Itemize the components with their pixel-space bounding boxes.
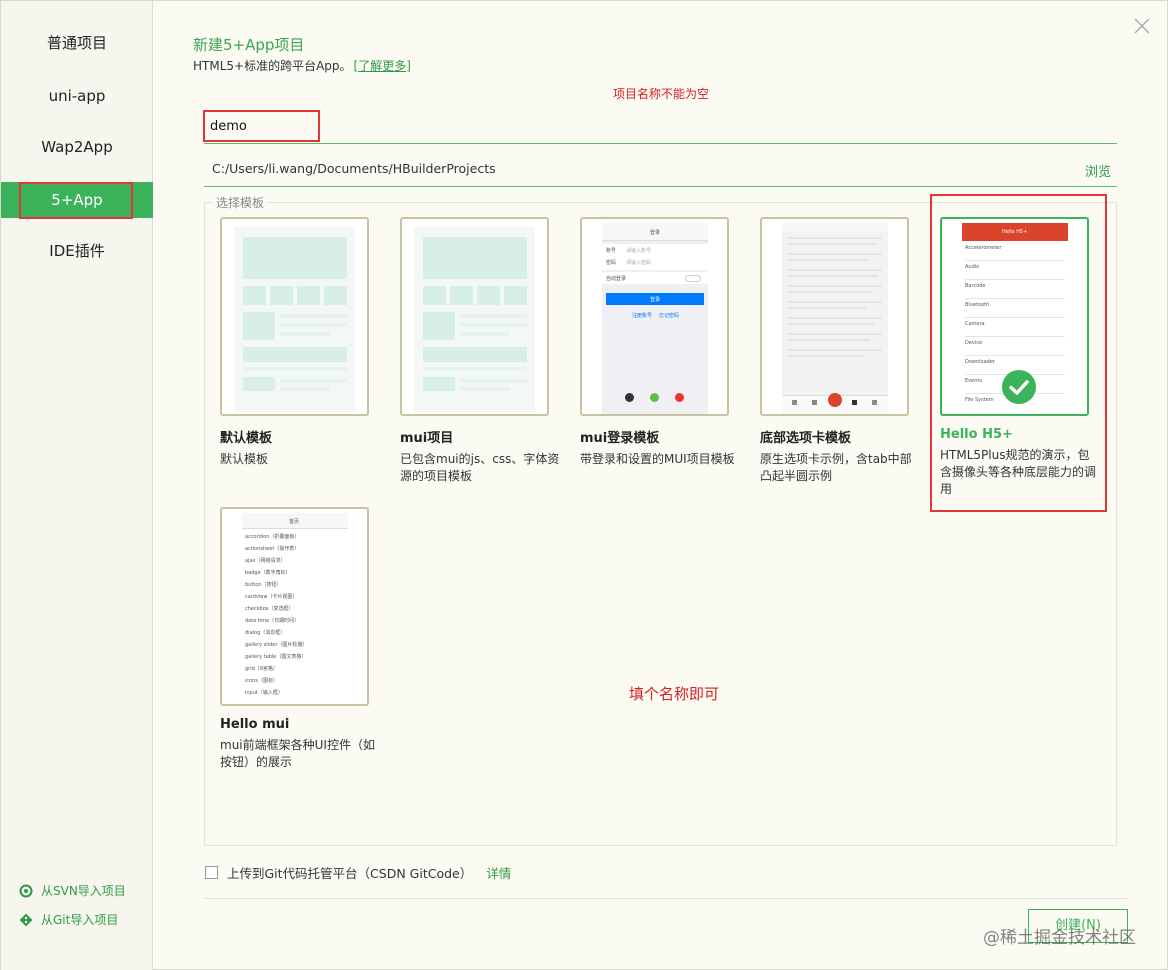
preview-register-link: 注册账号 (632, 313, 653, 319)
subtitle-text: HTML5+标准的跨平台App。 (193, 59, 352, 73)
template-legend: 选择模板 (213, 194, 268, 211)
template-desc: HTML5Plus规范的演示，包含摄像头等各种底层能力的调用 (940, 448, 1097, 496)
template-thumbnail (760, 217, 909, 416)
template-card-hello-h5plus[interactable]: Hello H5+ Accelerometer Audio Barcode Bl… (940, 217, 1100, 498)
template-desc: 已包含mui的js、css、字体资源的项目模板 (400, 452, 560, 483)
template-card-mui-project[interactable]: mui项目 已包含mui的js、css、字体资源的项目模板 (400, 217, 560, 485)
preview-title: Hello H5+ (1002, 229, 1028, 235)
preview-row: ajax（网络请求） (245, 558, 286, 564)
new-project-dialog: 普通项目 uni-app Wap2App 5+App IDE插件 从SVN导入项… (0, 0, 1168, 970)
preview-login-button: 登录 (650, 297, 661, 303)
validation-error: 项目名称不能为空 (613, 87, 710, 101)
path-underline (204, 186, 1117, 187)
preview-row: Events (965, 378, 982, 384)
name-underline (204, 143, 1117, 144)
sidebar-item-ide-plugin[interactable]: IDE插件 (1, 233, 153, 269)
preview-row: cardview（卡片视图） (245, 594, 298, 600)
template-desc: mui前端框架各种UI控件（如按钮）的展示 (220, 738, 375, 769)
preview-row: badge（数字角标） (245, 570, 291, 576)
preview-row: checkbox（复选框） (245, 606, 294, 612)
template-thumbnail (400, 217, 549, 416)
preview-row: gallery table（图文表格） (245, 654, 307, 660)
template-name: mui项目 (400, 431, 454, 446)
preview-row: Barcode (965, 283, 986, 289)
sidebar: 普通项目 uni-app Wap2App 5+App IDE插件 从SVN导入项… (1, 1, 153, 970)
preview-row: Downloader (965, 359, 995, 365)
preview-title: 登录 (650, 230, 661, 236)
preview-row: grid（9宫格） (245, 666, 278, 672)
template-desc: 原生选项卡示例，含tab中部凸起半圆示例 (760, 452, 912, 483)
preview-row: Accelerometer (965, 245, 1002, 251)
template-thumbnail: 首页 accordion（折叠面板） actionsheet（操作表） ajax… (220, 507, 369, 706)
preview-row: gallery slider（图片轮播） (245, 642, 308, 648)
close-icon[interactable] (1133, 17, 1151, 35)
project-path[interactable]: C:/Users/li.wang/Documents/HBuilderProje… (212, 161, 496, 176)
preview-password-placeholder: 请输入密码 (626, 260, 652, 266)
preview-account-label: 账号 (606, 248, 617, 254)
preview-account-placeholder: 请输入账号 (626, 248, 652, 254)
page-title: 新建5+App项目 (193, 36, 305, 54)
upload-git-label: 上传到Git代码托管平台（CSDN GitCode） (227, 866, 473, 881)
upload-detail-link[interactable]: 详情 (486, 863, 511, 882)
import-git-label: 从Git导入项目 (41, 913, 119, 927)
page-subtitle: HTML5+标准的跨平台App。 [了解更多] (193, 57, 411, 74)
sidebar-item-5plus-app[interactable]: 5+App (1, 182, 153, 218)
sidebar-item-wap2app[interactable]: Wap2App (1, 129, 153, 165)
annotation-hint: 填个名称即可 (629, 685, 720, 703)
preview-auto-login: 自动登录 (606, 276, 627, 282)
template-card-mui-login[interactable]: 登录 账号 请输入账号 密码 请输入密码 自动登录 登录 注册账号 忘记密码 m… (580, 217, 740, 468)
template-name: 底部选项卡模板 (760, 431, 852, 446)
preview-row: date time（日期时间） (245, 618, 300, 624)
template-card-default[interactable]: 默认模板 默认模板 (220, 217, 380, 468)
preview-row: icons（图标） (245, 678, 278, 684)
upload-git-option: 上传到Git代码托管平台（CSDN GitCode） 详情 (205, 863, 511, 882)
preview-row: dialog（消息框） (245, 630, 286, 636)
git-icon (19, 913, 33, 926)
watermark: @稀土掘金技术社区 (983, 928, 1136, 948)
footer-divider (204, 898, 1129, 899)
sidebar-item-uni-app[interactable]: uni-app (1, 78, 153, 114)
template-name: Hello mui (220, 717, 290, 732)
preview-row: actionsheet（操作表） (245, 546, 300, 552)
template-thumbnail (220, 217, 369, 416)
template-thumbnail: Hello H5+ Accelerometer Audio Barcode Bl… (940, 217, 1089, 416)
preview-password-label: 密码 (606, 260, 617, 266)
preview-row: File System (965, 397, 994, 403)
svn-icon (19, 884, 33, 897)
template-card-bottom-tabs[interactable]: 底部选项卡模板 原生选项卡示例，含tab中部凸起半圆示例 (760, 217, 920, 485)
template-name: Hello H5+ (940, 427, 1013, 442)
browse-button[interactable]: 浏览 (1085, 161, 1111, 180)
preview-row: input（输入框） (245, 690, 283, 696)
import-svn-link[interactable]: 从SVN导入项目 (19, 882, 126, 899)
preview-forgot-link: 忘记密码 (659, 313, 680, 319)
preview-row: button（按钮） (245, 582, 282, 588)
preview-row: Camera (965, 321, 985, 327)
preview-title: 首页 (289, 519, 300, 525)
project-name-input[interactable] (210, 116, 510, 136)
import-git-link[interactable]: 从Git导入项目 (19, 911, 118, 928)
template-name: 默认模板 (220, 431, 273, 446)
preview-row: Device (965, 340, 983, 346)
import-svn-label: 从SVN导入项目 (41, 884, 126, 898)
preview-row: Bluetooth (965, 302, 990, 308)
template-desc: 默认模板 (220, 452, 269, 466)
sidebar-item-normal-project[interactable]: 普通项目 (1, 25, 153, 61)
selected-check-icon (1002, 370, 1036, 404)
template-card-hello-mui[interactable]: 首页 accordion（折叠面板） actionsheet（操作表） ajax… (220, 507, 380, 771)
template-name: mui登录模板 (580, 431, 660, 446)
preview-row: accordion（折叠面板） (245, 534, 300, 540)
template-desc: 带登录和设置的MUI项目模板 (580, 452, 735, 466)
preview-row: Audio (965, 264, 980, 270)
template-thumbnail: 登录 账号 请输入账号 密码 请输入密码 自动登录 登录 注册账号 忘记密码 (580, 217, 729, 416)
upload-git-checkbox[interactable] (205, 866, 218, 879)
learn-more-link[interactable]: [了解更多] (354, 59, 411, 73)
